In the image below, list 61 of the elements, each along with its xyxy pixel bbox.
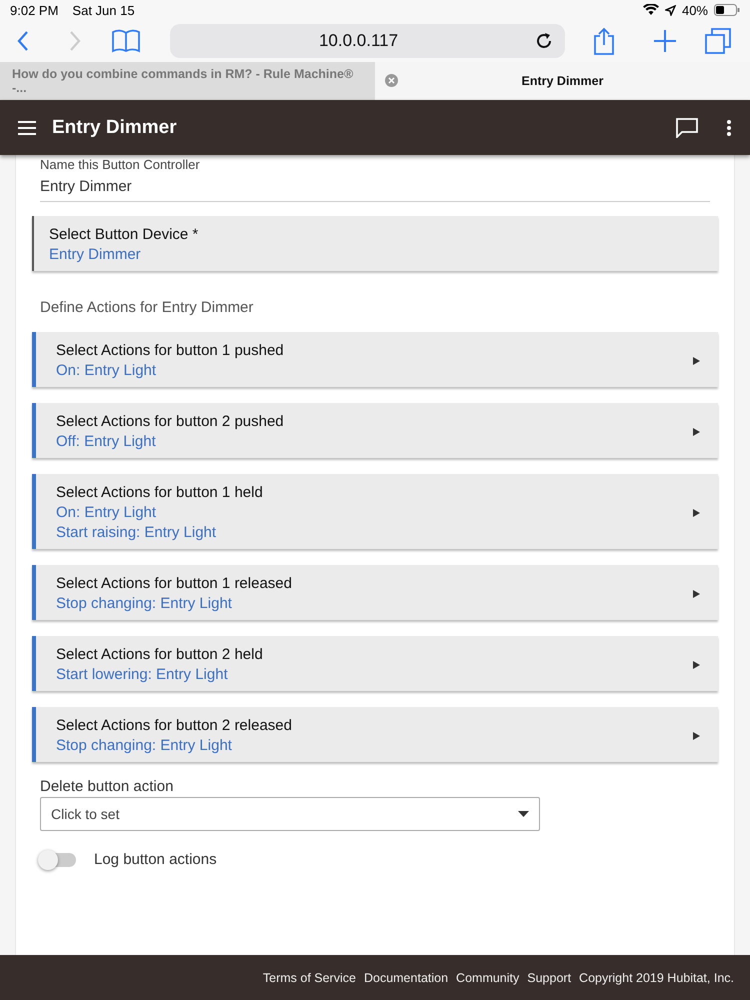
- settings-card[interactable]: Select Actions for button 2 held Start lowering: Entry Light: [32, 636, 718, 691]
- more-icon[interactable]: [726, 118, 732, 136]
- toggle-switch[interactable]: [40, 852, 76, 866]
- footer-link[interactable]: Terms of Service: [262, 970, 356, 984]
- card-value: Start raising: Entry Light: [56, 524, 218, 541]
- card-value: On: Entry Light: [56, 362, 158, 379]
- battery-icon: [714, 4, 740, 16]
- wifi-icon: [642, 4, 659, 16]
- arrow-icon: [693, 428, 700, 436]
- arrow-icon: [693, 590, 700, 598]
- close-icon[interactable]: [385, 74, 398, 87]
- card-value: Start lowering: Entry Light: [56, 666, 229, 683]
- card-title: Select Button Device *: [49, 226, 200, 243]
- card-value: Entry Dimmer: [49, 246, 142, 263]
- card-value: Off: Entry Light: [56, 433, 157, 450]
- settings-card[interactable]: Select Actions for button 2 released Stop changing: Entry Light: [32, 707, 718, 762]
- field-label: Delete button action: [39, 778, 174, 795]
- toggle-label: Log button actions: [94, 851, 217, 868]
- address-bar[interactable]: 10.0.0.117: [170, 24, 565, 58]
- tabs-icon[interactable]: [705, 28, 731, 54]
- battery-percent: 40%: [682, 2, 708, 18]
- card-value: On: Entry Light: [56, 504, 158, 521]
- card-title: Select Actions for button 1 released: [56, 575, 293, 592]
- settings-card[interactable]: Select Actions for button 1 pushed On: Entry Light: [32, 332, 718, 387]
- section-heading: Define Actions for Entry Dimmer: [39, 298, 254, 318]
- footer-link[interactable]: Documentation: [364, 970, 448, 984]
- arrow-icon: [693, 508, 700, 516]
- reload-icon[interactable]: [535, 32, 553, 50]
- book-icon[interactable]: [112, 29, 140, 53]
- tab-label: Entry Dimmer: [522, 74, 604, 88]
- settings-card[interactable]: Select Actions for button 1 released Stop changing: Entry Light: [32, 565, 718, 620]
- card-title: Select Actions for button 2 released: [56, 717, 293, 734]
- footer-link[interactable]: Community: [456, 970, 520, 984]
- arrow-icon: [693, 356, 700, 364]
- status-time: 9:02 PM: [10, 2, 58, 18]
- settings-card[interactable]: Select Actions for button 2 pushed Off: Entry Light: [32, 403, 718, 458]
- card-value: Stop changing: Entry Light: [56, 595, 233, 612]
- caret-icon: [518, 811, 529, 817]
- card-value: Stop changing: Entry Light: [56, 737, 233, 754]
- card-title: Select Actions for button 1 held: [56, 484, 264, 501]
- settings-card[interactable]: Select Actions for button 1 held On: Entry Light Start raising: Entry Light: [32, 474, 718, 549]
- back-icon[interactable]: [16, 30, 30, 52]
- arrow-icon: [693, 732, 700, 740]
- location-icon: [664, 4, 676, 16]
- status-date: Sat Jun 15: [72, 2, 135, 18]
- card-title: Select Actions for button 2 held: [56, 646, 264, 663]
- dropdown[interactable]: Click to set: [40, 797, 540, 831]
- name-field[interactable]: Entry Dimmer: [40, 174, 710, 202]
- tab-label: How do you combine commands in RM? - Rule Machine® -...: [12, 67, 354, 95]
- card-title: Select Actions for button 2 pushed: [56, 413, 285, 430]
- share-icon[interactable]: [593, 27, 615, 55]
- menu-icon[interactable]: [18, 120, 36, 134]
- footer-link[interactable]: Support: [527, 970, 572, 984]
- card-title: Select Actions for button 1 pushed: [56, 342, 285, 359]
- field-label: Name this Button Controller: [39, 157, 201, 172]
- settings-card[interactable]: Select Button Device * Entry Dimmer: [32, 216, 718, 271]
- page-title: Entry Dimmer: [52, 116, 177, 138]
- copyright-text: Copyright 2019 Hubitat, Inc.: [579, 970, 734, 984]
- arrow-icon: [693, 660, 700, 668]
- plus-icon[interactable]: [653, 29, 677, 53]
- chat-icon[interactable]: [676, 118, 698, 138]
